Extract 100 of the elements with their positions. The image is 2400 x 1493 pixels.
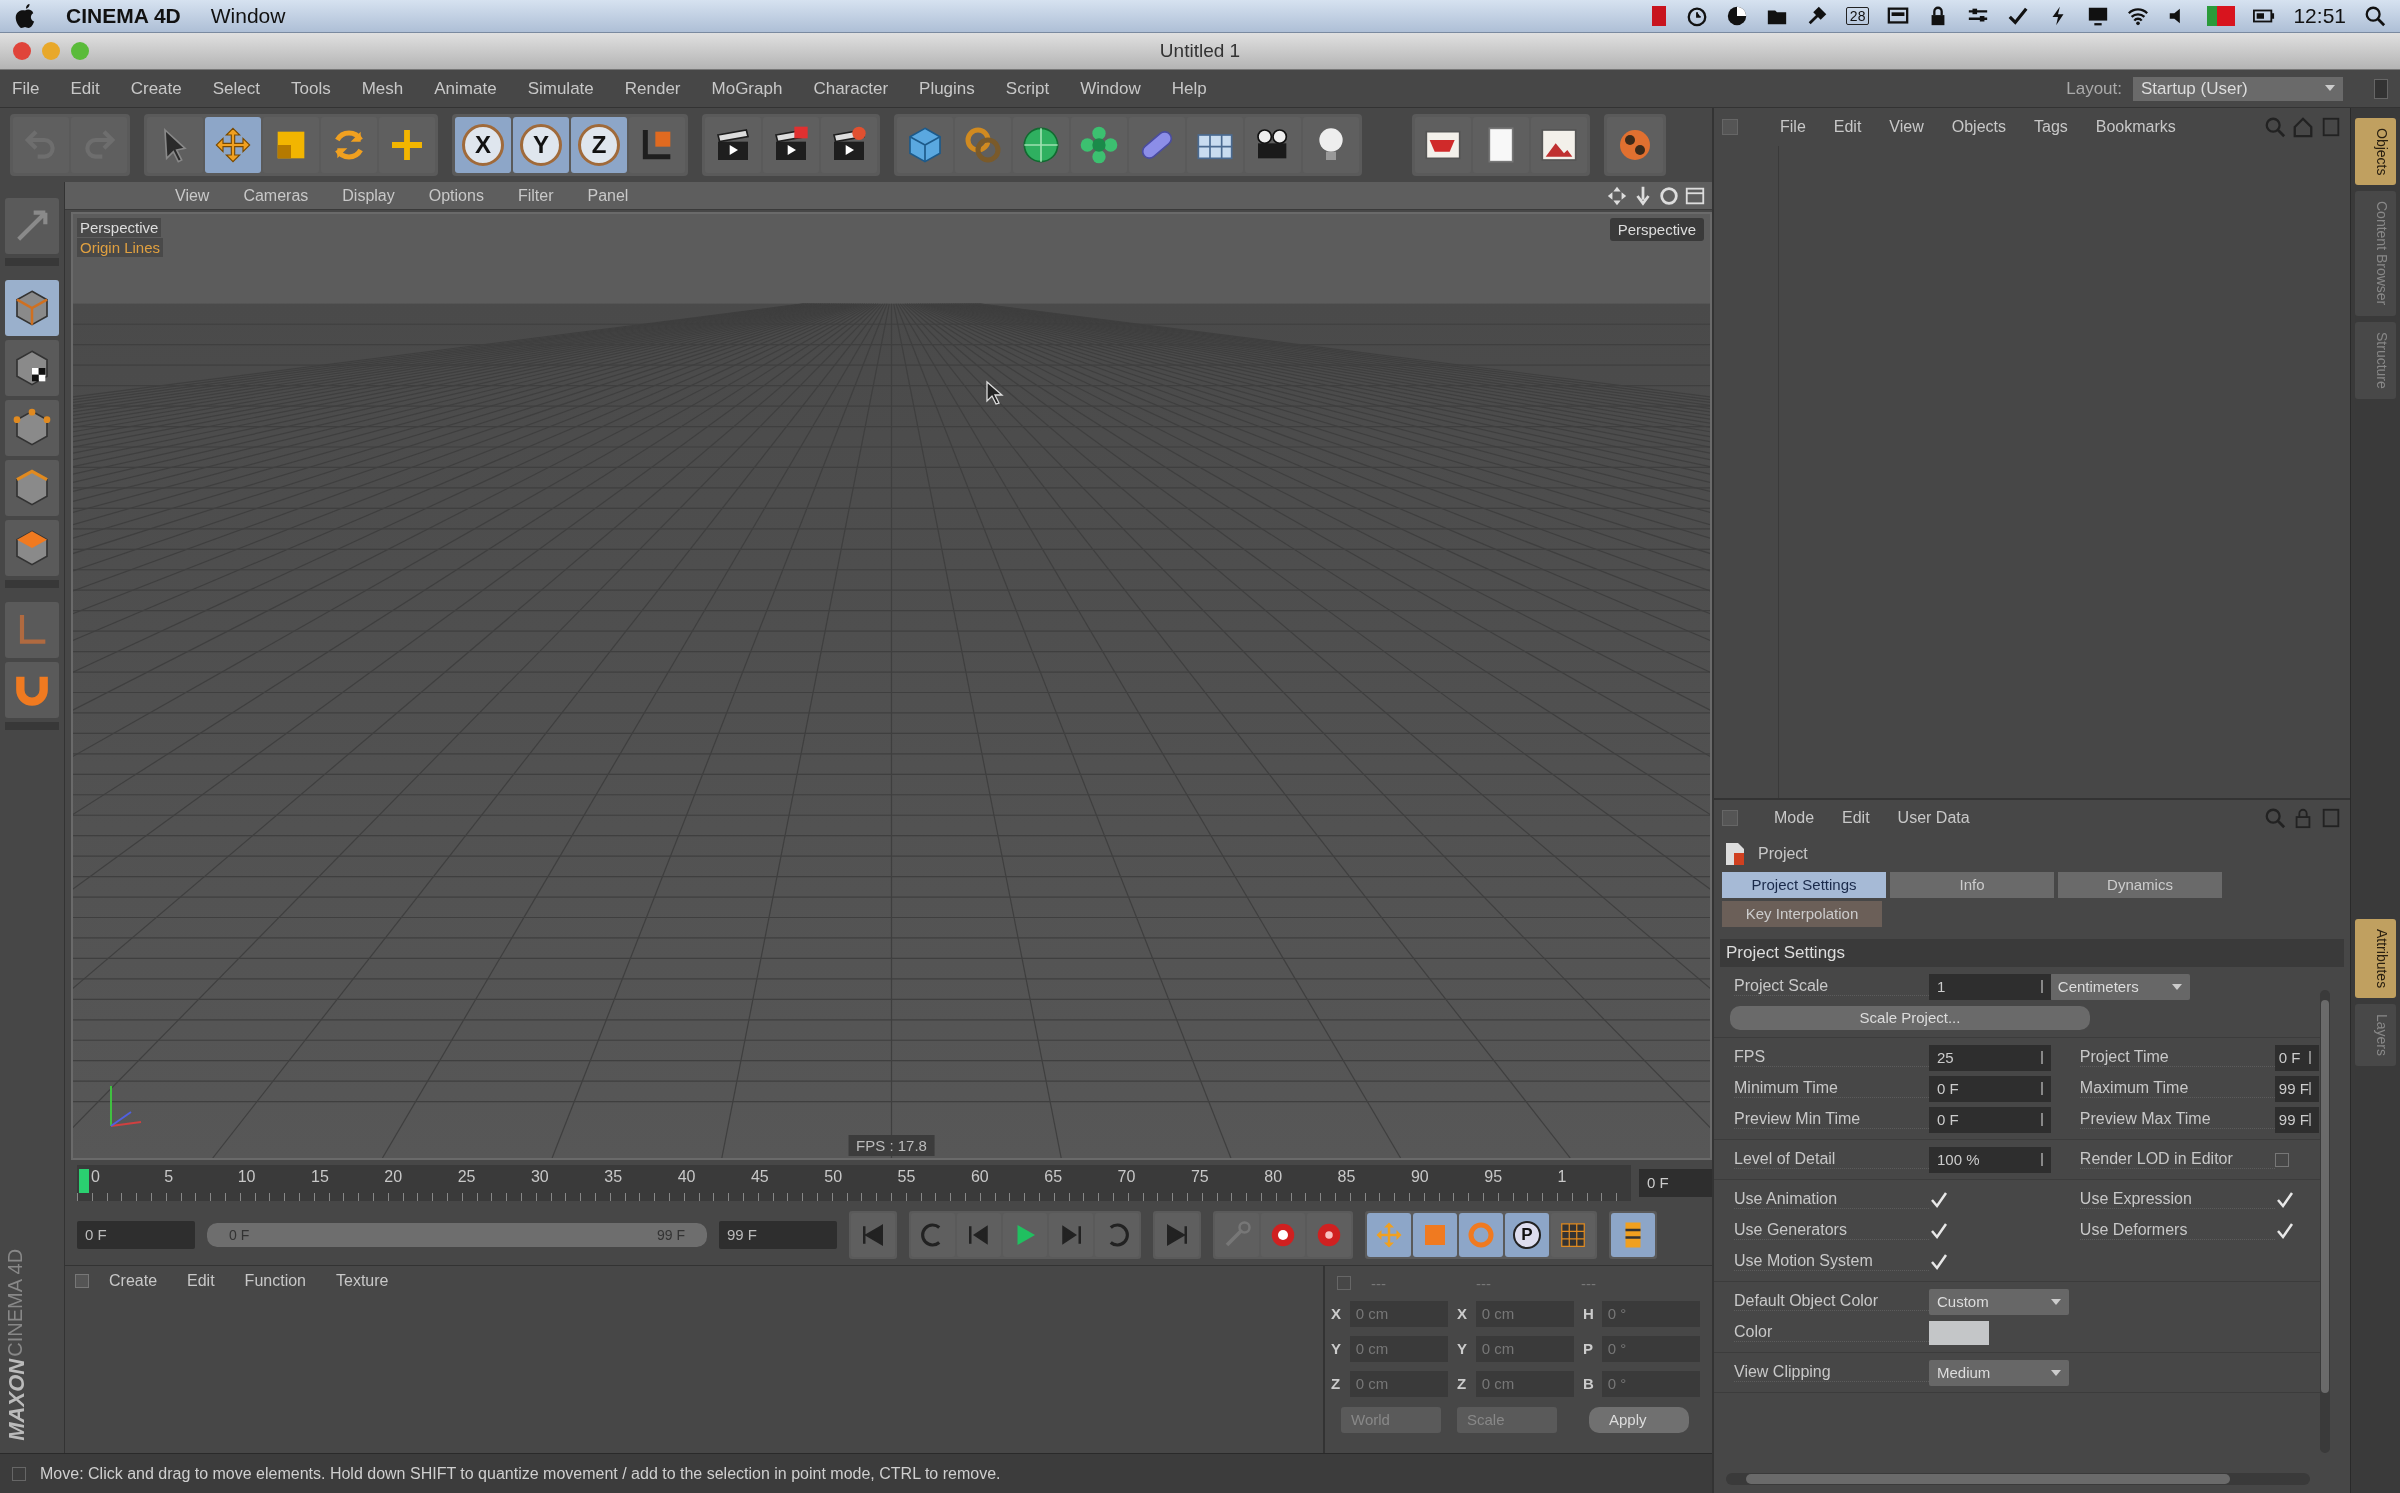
- panel-handle[interactable]: [1722, 119, 1738, 135]
- menu-item[interactable]: Tools: [291, 78, 331, 99]
- section-header[interactable]: Project Settings: [1720, 939, 2344, 967]
- menu-item[interactable]: Objects: [1951, 118, 2006, 136]
- menu-item[interactable]: Animate: [434, 78, 497, 99]
- record-button[interactable]: [1261, 1213, 1305, 1257]
- menu-item[interactable]: Edit: [1842, 809, 1870, 827]
- flower-button[interactable]: [1071, 117, 1127, 173]
- menu-item[interactable]: User Data: [1897, 809, 1970, 827]
- move-view-icon[interactable]: [1606, 184, 1628, 207]
- menu-item[interactable]: Tags: [2034, 118, 2068, 136]
- rotate-view-icon[interactable]: [1658, 184, 1680, 207]
- menu-item[interactable]: View: [175, 186, 210, 205]
- chain-button[interactable]: [955, 117, 1011, 173]
- menu-item[interactable]: Edit: [1833, 118, 1862, 136]
- menu-item[interactable]: Function: [244, 1272, 306, 1290]
- color-swatch[interactable]: [1929, 1320, 1989, 1345]
- wifi-icon[interactable]: [2127, 5, 2150, 27]
- cube-edges-button[interactable]: [5, 460, 59, 516]
- menu-item[interactable]: MoGraph: [711, 78, 783, 99]
- end-frame-field[interactable]: 99 F: [719, 1221, 837, 1249]
- tab[interactable]: Project Settings: [1722, 872, 1886, 898]
- tab[interactable]: Info: [1890, 872, 2054, 898]
- menu-item[interactable]: Simulate: [527, 78, 594, 99]
- skip-forward-button[interactable]: [1155, 1213, 1199, 1257]
- pie-chart-icon[interactable]: [1725, 5, 1748, 27]
- sphere-button[interactable]: [1013, 117, 1069, 173]
- menu-item[interactable]: Mesh: [361, 78, 404, 99]
- tab[interactable]: Dynamics: [2058, 872, 2222, 898]
- menu-item[interactable]: Panel: [587, 186, 629, 205]
- move-button[interactable]: [205, 117, 261, 173]
- step-forward-button[interactable]: [1049, 1213, 1093, 1257]
- loop-button[interactable]: [911, 1213, 955, 1257]
- display-icon[interactable]: [2087, 5, 2110, 27]
- apply-button[interactable]: Apply: [1589, 1407, 1689, 1433]
- step-back-button[interactable]: [957, 1213, 1001, 1257]
- menu-item[interactable]: Options: [428, 186, 484, 205]
- timeline-button[interactable]: [1611, 1213, 1655, 1257]
- clapperboard-button[interactable]: [821, 117, 877, 173]
- cube-button[interactable]: [897, 117, 953, 173]
- menu-item[interactable]: Cameras: [243, 186, 309, 205]
- dropdown[interactable]: Centimeters: [2049, 973, 2190, 1000]
- grid-button[interactable]: [1551, 1213, 1595, 1257]
- close-button[interactable]: [12, 41, 32, 61]
- coordinate-system-button[interactable]: [629, 117, 685, 173]
- orb-button[interactable]: [1607, 117, 1663, 173]
- start-frame-field[interactable]: 0 F: [77, 1221, 195, 1249]
- menu-item[interactable]: File: [1780, 118, 1806, 136]
- camera-button[interactable]: Perspective: [1609, 218, 1704, 241]
- cursor-button[interactable]: [147, 117, 203, 173]
- menu-item[interactable]: Create: [130, 78, 182, 99]
- number-field[interactable]: 25: [1929, 1044, 2051, 1071]
- menu-item[interactable]: Bookmarks: [2095, 118, 2176, 136]
- menu-item[interactable]: Mode: [1774, 809, 1815, 827]
- parameter-key-button[interactable]: P: [1505, 1213, 1549, 1257]
- menu-item[interactable]: Window: [1080, 78, 1141, 99]
- calendar-badge[interactable]: 28: [1845, 7, 1870, 25]
- record-button[interactable]: [1307, 1213, 1351, 1257]
- capsule-button[interactable]: [1129, 117, 1185, 173]
- cube-button[interactable]: [5, 280, 59, 336]
- panel-button[interactable]: [1187, 117, 1243, 173]
- number-field[interactable]: 1: [1929, 973, 2051, 1000]
- tab[interactable]: Key Interpolation: [1722, 901, 1882, 927]
- axis-toggle-button[interactable]: Z: [571, 117, 627, 173]
- magnet-button[interactable]: [5, 662, 59, 718]
- search-icon[interactable]: [2364, 5, 2386, 27]
- checkbox[interactable]: [2274, 1152, 2289, 1167]
- flag-icon[interactable]: [1649, 4, 1668, 28]
- menu-item[interactable]: Texture: [336, 1272, 389, 1290]
- menu-item[interactable]: Select: [212, 78, 260, 99]
- number-field[interactable]: 99 F: [2274, 1075, 2319, 1102]
- menu-item[interactable]: Edit: [187, 1272, 215, 1290]
- cube-points-button[interactable]: [5, 400, 59, 456]
- image-button[interactable]: [1531, 117, 1587, 173]
- camera-button[interactable]: [1245, 117, 1301, 173]
- flag-icon[interactable]: [2207, 6, 2236, 26]
- push-button[interactable]: Scale Project...: [1730, 1005, 2090, 1030]
- plus-button[interactable]: [379, 117, 435, 173]
- scrollbar[interactable]: [1726, 1473, 2310, 1485]
- paint-button[interactable]: [1415, 117, 1471, 173]
- clapperboard-button[interactable]: [705, 117, 761, 173]
- number-field[interactable]: 100 %: [1929, 1146, 2051, 1173]
- menu-item[interactable]: File: [12, 78, 40, 99]
- timeline-ruler[interactable]: 0 5 10 15 20 25 30 35 40 45 50 55 60 65 70 75 80 85 90 95 1: [77, 1164, 1631, 1201]
- menu-item[interactable]: Help: [1171, 78, 1207, 99]
- checker-cube-button[interactable]: [5, 340, 59, 396]
- dropdown[interactable]: Custom: [1929, 1288, 2069, 1315]
- number-field[interactable]: 0 F: [2274, 1044, 2319, 1071]
- scrollbar[interactable]: [2320, 990, 2330, 1453]
- menu-item[interactable]: Script: [1005, 78, 1050, 99]
- monitor-icon[interactable]: [1887, 5, 1910, 27]
- menu-item[interactable]: Filter: [517, 186, 554, 205]
- panel-handle[interactable]: [1722, 810, 1738, 826]
- clapperboard-button[interactable]: [763, 117, 819, 173]
- app-name[interactable]: CINEMA 4D: [66, 4, 181, 28]
- panel-handle[interactable]: [1337, 1276, 1351, 1290]
- menu-item[interactable]: Edit: [70, 78, 100, 99]
- panel-handle[interactable]: [75, 1274, 89, 1288]
- bulb-button[interactable]: [1303, 117, 1359, 173]
- menu-item[interactable]: Window: [210, 4, 286, 28]
